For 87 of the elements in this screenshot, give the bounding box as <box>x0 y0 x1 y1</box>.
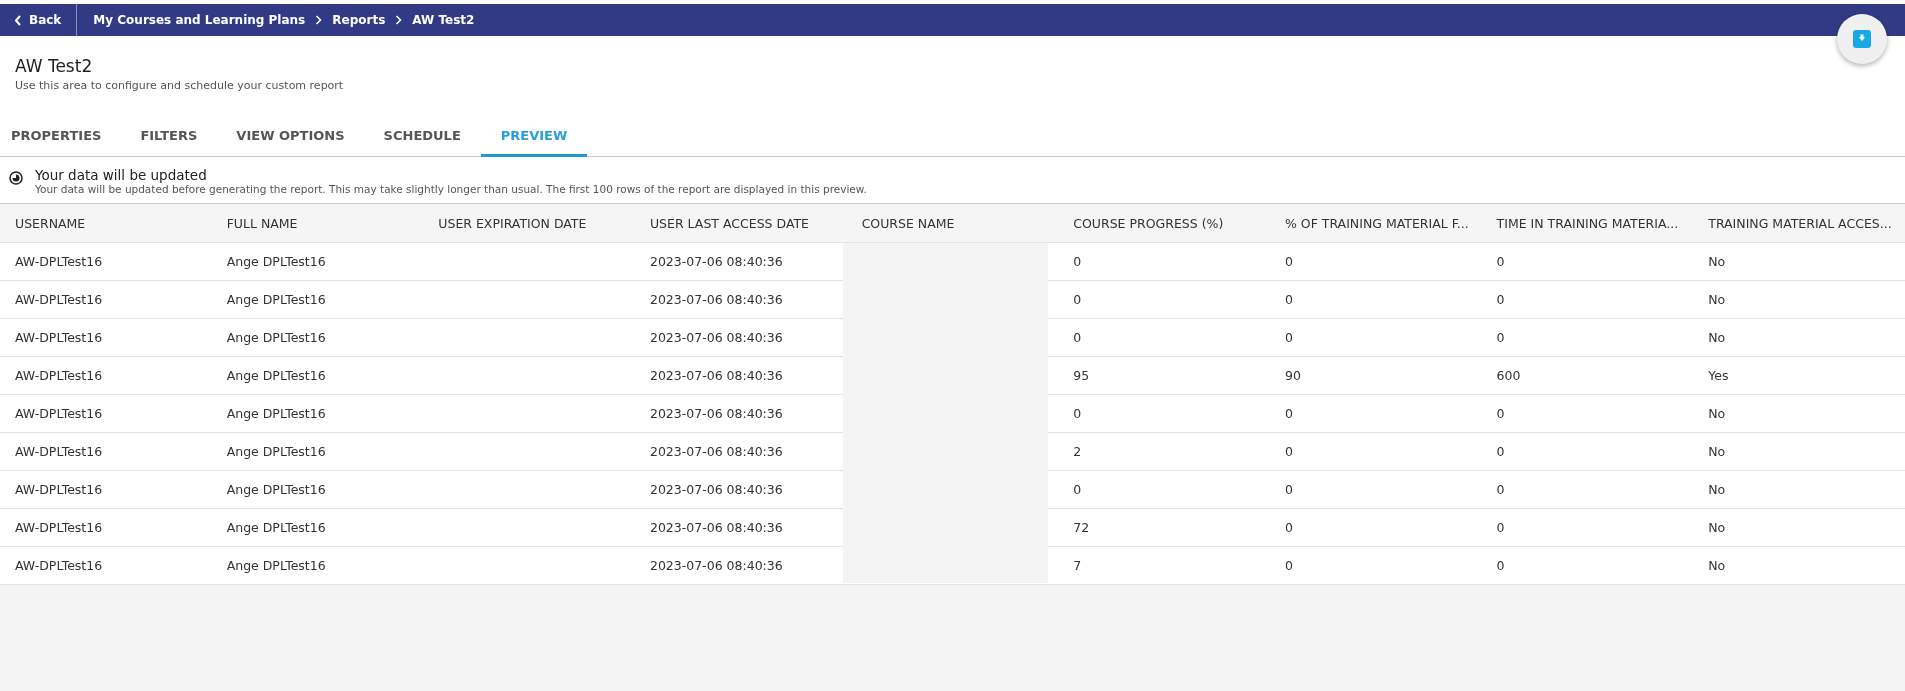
table-cell: 2023-07-06 08:40:36 <box>649 520 783 535</box>
table-cell: 600 <box>1496 368 1521 383</box>
table-cell: 95 <box>1073 368 1090 383</box>
table-cell: AW-DPLTest16 <box>15 368 103 383</box>
table-cell: 0 <box>1284 254 1293 269</box>
table-cell: No <box>1708 520 1726 535</box>
table-cell: 2023-07-06 08:40:36 <box>649 368 783 383</box>
table-cell: 2023-07-06 08:40:36 <box>649 558 783 573</box>
table-cell: No <box>1708 330 1726 345</box>
table-cell: 2 <box>1073 444 1082 459</box>
notice-text: Your data will be updated before generating the report. This may take slightly longer than usual. The first 100 rows of the report are displayed in this preview. <box>35 183 867 195</box>
table-cell: Ange DPLTest16 <box>226 520 326 535</box>
table-cell: 0 <box>1073 482 1082 497</box>
tab[interactable]: FILTERS <box>129 118 209 157</box>
table-cell: No <box>1708 482 1726 497</box>
table-cell: Ange DPLTest16 <box>226 292 326 307</box>
table-cell: 0 <box>1284 330 1293 345</box>
table-cell: AW-DPLTest16 <box>15 330 103 345</box>
breadcrumb-link[interactable]: My Courses and Learning Plans <box>93 13 306 27</box>
table-cell: 0 <box>1073 330 1082 345</box>
table-cell: 0 <box>1284 482 1293 497</box>
notice-title: Your data will be updated <box>35 167 208 183</box>
table-cell: 0 <box>1496 558 1505 573</box>
clock-icon <box>9 171 23 185</box>
table-cell: Ange DPLTest16 <box>226 254 326 269</box>
table-cell: AW-DPLTest16 <box>15 482 103 497</box>
table-cell: Ange DPLTest16 <box>226 444 326 459</box>
table-cell: 0 <box>1073 292 1082 307</box>
column-header[interactable]: TIME IN TRAINING MATERIA... <box>1481 203 1694 243</box>
table-cell: 0 <box>1496 444 1505 459</box>
table-cell: No <box>1708 406 1726 421</box>
table-cell: No <box>1708 558 1726 573</box>
table-cell: 2023-07-06 08:40:36 <box>649 482 783 497</box>
column-header[interactable]: COURSE NAME <box>846 203 1059 243</box>
table-cell: No <box>1708 292 1726 307</box>
page-title: AW Test2 <box>15 56 94 76</box>
table-cell: AW-DPLTest16 <box>15 406 103 421</box>
tab[interactable]: VIEW OPTIONS <box>225 118 356 157</box>
table-cell: 2023-07-06 08:40:36 <box>649 292 783 307</box>
table-cell: 0 <box>1073 254 1082 269</box>
table-cell: No <box>1708 254 1726 269</box>
table-cell: 0 <box>1284 406 1293 421</box>
table-cell: 0 <box>1496 254 1505 269</box>
chevron-right-icon <box>395 15 403 25</box>
table-cell: 0 <box>1496 520 1505 535</box>
column-header[interactable]: COURSE PROGRESS (%) <box>1058 203 1270 243</box>
table-cell: AW-DPLTest16 <box>15 254 103 269</box>
page-subtitle: Use this area to configure and schedule your custom report <box>15 79 345 92</box>
table-cell: 0 <box>1284 444 1293 459</box>
chevron-right-icon <box>315 15 323 25</box>
table-cell: 0 <box>1284 292 1293 307</box>
table-cell: No <box>1708 444 1726 459</box>
table-cell: 0 <box>1496 292 1505 307</box>
table-cell: 0 <box>1073 406 1082 421</box>
table-cell: 0 <box>1496 482 1505 497</box>
table-cell: 0 <box>1496 330 1505 345</box>
table-cell: 2023-07-06 08:40:36 <box>649 254 783 269</box>
table-cell: AW-DPLTest16 <box>15 558 103 573</box>
table-cell: 90 <box>1284 368 1301 383</box>
table-cell: Ange DPLTest16 <box>226 330 326 345</box>
breadcrumb-link[interactable]: Reports <box>332 13 386 27</box>
table-cell: 2023-07-06 08:40:36 <box>649 444 783 459</box>
column-header[interactable]: TRAINING MATERIAL ACCES... <box>1693 203 1905 243</box>
table-cell: 0 <box>1496 406 1505 421</box>
download-icon <box>1853 30 1871 48</box>
column-header[interactable]: % OF TRAINING MATERIAL F... <box>1269 203 1482 243</box>
column-header[interactable]: USERNAME <box>0 203 212 243</box>
table-cell: 0 <box>1284 520 1293 535</box>
column-header[interactable]: USER EXPIRATION DATE <box>423 203 635 243</box>
table-cell: Ange DPLTest16 <box>226 406 326 421</box>
table-cell: Ange DPLTest16 <box>226 558 326 573</box>
table-cell: Yes <box>1708 368 1729 383</box>
table-cell: AW-DPLTest16 <box>15 292 103 307</box>
table-cell: 2023-07-06 08:40:36 <box>649 406 783 421</box>
chevron-left-icon <box>14 14 22 26</box>
table-cell: Ange DPLTest16 <box>226 482 326 497</box>
column-header[interactable]: USER LAST ACCESS DATE <box>634 203 847 243</box>
table-cell: 72 <box>1073 520 1090 535</box>
table-cell: 7 <box>1073 558 1082 573</box>
table-cell: AW-DPLTest16 <box>15 520 103 535</box>
table-cell: 0 <box>1284 558 1293 573</box>
tab[interactable]: SCHEDULE <box>372 118 472 157</box>
table-cell: AW-DPLTest16 <box>15 444 103 459</box>
tab[interactable]: PROPERTIES <box>0 118 113 157</box>
column-header[interactable]: FULL NAME <box>211 203 424 243</box>
table-cell: 2023-07-06 08:40:36 <box>649 330 783 345</box>
table-cell: Ange DPLTest16 <box>226 368 326 383</box>
